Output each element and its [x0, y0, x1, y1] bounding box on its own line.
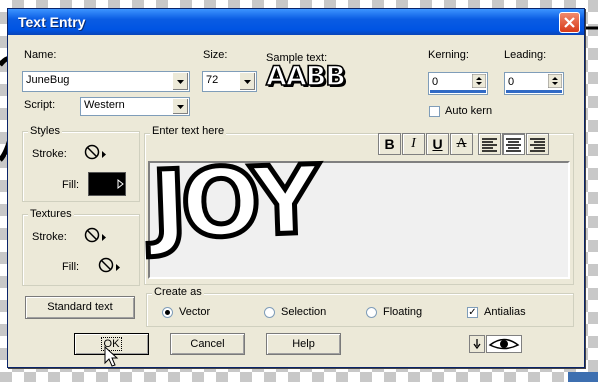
selection-label: Selection [281, 306, 327, 318]
floating-radio[interactable] [366, 307, 377, 318]
font-name-arrow[interactable] [172, 73, 188, 90]
align-right-icon [530, 138, 545, 152]
script-arrow[interactable] [172, 99, 188, 114]
bold-button[interactable]: B [378, 133, 401, 155]
align-center-button[interactable] [502, 133, 525, 155]
chevron-down-icon [244, 80, 251, 84]
kerning-value: 0 [432, 76, 439, 88]
kerning-spinner[interactable]: 0 [428, 72, 488, 95]
font-name-value: JuneBug [26, 74, 70, 86]
sample-text-preview: AABB [265, 60, 347, 93]
textures-fill-label: Fill: [62, 261, 80, 273]
kerning-bar [430, 90, 486, 93]
eye-icon [488, 338, 520, 350]
script-value: Western [84, 99, 125, 111]
leading-spinner[interactable]: 0 [504, 72, 564, 95]
size-dropdown[interactable]: 72 [202, 71, 257, 92]
texture-fill-none-icon[interactable] [98, 256, 124, 276]
script-label: Script: [24, 99, 56, 111]
italic-button[interactable]: I [402, 133, 425, 155]
kerning-label: Kerning: [428, 49, 469, 61]
entered-text: JOY [148, 144, 318, 264]
texture-stroke-none-icon[interactable] [84, 226, 110, 246]
leading-bar [506, 90, 562, 93]
size-arrow[interactable] [239, 73, 255, 90]
size-label: Size: [203, 49, 228, 61]
auto-kern-checkbox[interactable] [429, 106, 440, 117]
chevron-down-icon [177, 80, 184, 84]
align-left-icon [482, 138, 497, 152]
standard-text-button[interactable]: Standard text [25, 296, 135, 319]
text-entry-area[interactable]: JOY [148, 144, 570, 279]
font-name-dropdown[interactable]: JuneBug [22, 71, 190, 92]
title-bar[interactable]: Text Entry [8, 9, 584, 35]
antialias-label: Antialias [484, 306, 526, 318]
proof-button[interactable] [469, 335, 485, 353]
stroke-none-icon[interactable] [84, 143, 110, 163]
leading-label: Leading: [504, 49, 547, 61]
align-left-button[interactable] [478, 133, 501, 155]
chevron-right-icon [117, 178, 124, 190]
text-entry-dialog: Text Entry Name: JuneBug Size: 72 Sample… [7, 8, 585, 368]
align-right-button[interactable] [526, 133, 549, 155]
underline-button[interactable]: U [426, 133, 449, 155]
strikethrough-button[interactable]: A [450, 133, 473, 155]
styles-stroke-label: Stroke: [32, 148, 67, 160]
font-name-label: Name: [24, 49, 57, 61]
create-as-label: Create as [152, 286, 204, 298]
textures-stroke-label: Stroke: [32, 231, 67, 243]
hand-pointer-icon [473, 339, 481, 350]
chevron-down-icon [177, 105, 184, 109]
enter-text-label: Enter text here [150, 125, 227, 137]
leading-value: 0 [508, 76, 515, 88]
textures-group-title: Textures [28, 208, 74, 220]
fill-color-swatch[interactable] [88, 172, 126, 196]
help-button[interactable]: Help [266, 333, 341, 355]
vector-radio[interactable] [162, 307, 173, 318]
styles-fill-label: Fill: [62, 179, 80, 191]
mouse-cursor-icon [104, 346, 119, 367]
cancel-button[interactable]: Cancel [170, 333, 245, 355]
spinner-arrows-icon[interactable] [472, 74, 486, 88]
size-value: 72 [206, 74, 219, 86]
antialias-checkbox[interactable]: ✓ [467, 307, 478, 318]
close-icon [564, 17, 575, 28]
selection-radio[interactable] [264, 307, 275, 318]
auto-preview-button[interactable] [486, 335, 522, 353]
vector-label: Vector [179, 306, 211, 318]
styles-group-title: Styles [28, 125, 62, 137]
format-toolbar: B I U A [378, 133, 560, 155]
close-button[interactable] [559, 12, 580, 33]
spinner-arrows-icon[interactable] [548, 74, 562, 88]
auto-kern-label: Auto kern [445, 105, 493, 117]
window-title: Text Entry [18, 14, 86, 30]
align-center-icon [506, 138, 521, 152]
floating-label: Floating [383, 306, 423, 318]
script-dropdown[interactable]: Western [80, 97, 190, 116]
